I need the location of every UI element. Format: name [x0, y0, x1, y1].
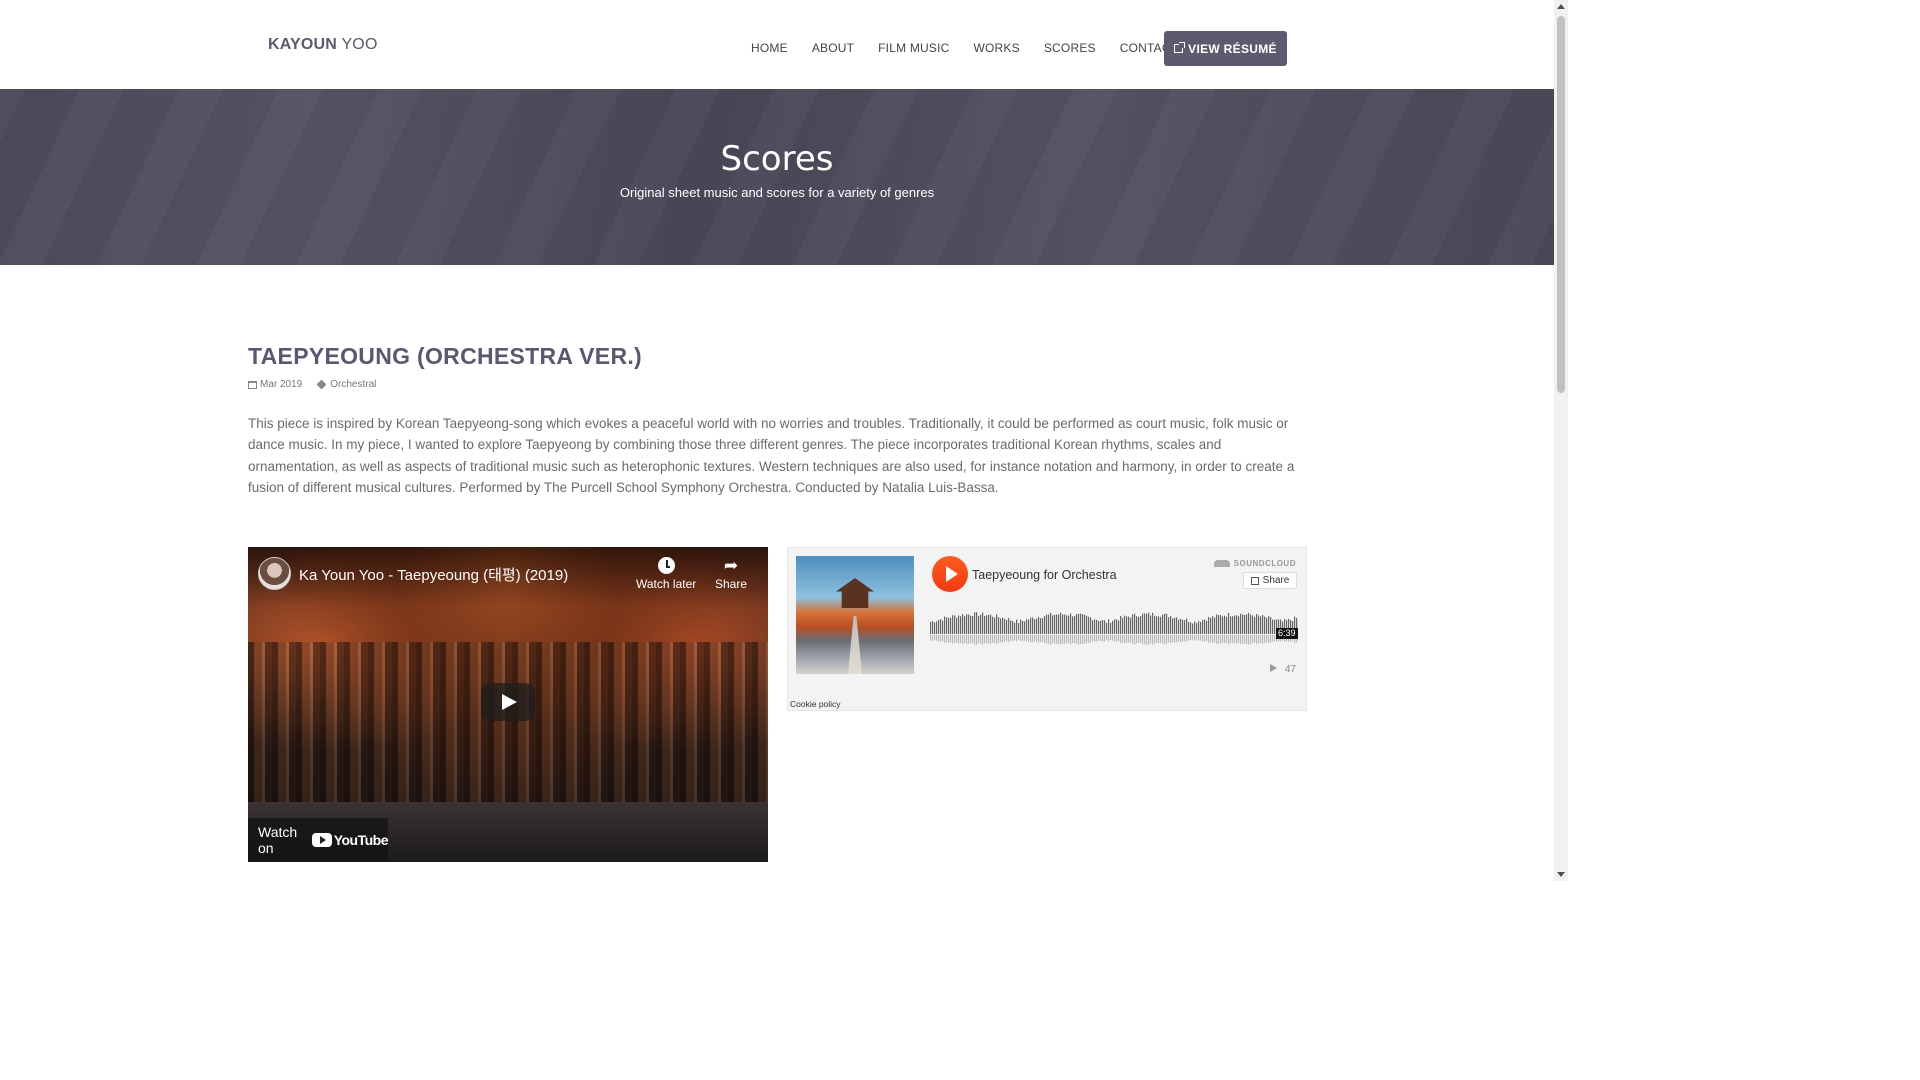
soundcloud-share-button[interactable]: Share [1243, 572, 1297, 589]
watch-later-button[interactable]: Watch later [636, 557, 696, 591]
youtube-embed[interactable]: Ka Youn Yoo - Taepyeoung (태평) (2019) Wat… [248, 547, 768, 862]
view-resume-button[interactable]: VIEW RÉSUMÉ [1164, 31, 1287, 66]
post-meta: Mar 2019 Orchestral [248, 379, 376, 390]
site-header: KAYOUN YOO HOME ABOUT FILM MUSIC WORKS S… [0, 0, 1554, 89]
site-logo[interactable]: KAYOUN YOO [268, 36, 378, 54]
page-scrollbar[interactable] [1554, 0, 1568, 881]
play-count-value: 47 [1284, 664, 1296, 675]
scroll-up-arrow-icon[interactable] [1557, 4, 1565, 9]
calendar-icon [248, 380, 257, 389]
post-category[interactable]: Orchestral [330, 379, 376, 390]
video-title[interactable]: Ka Youn Yoo - Taepyeoung (태평) (2019) [299, 564, 568, 585]
watch-on-youtube-button[interactable]: Watch on YouTube [248, 818, 389, 862]
watch-later-label: Watch later [636, 577, 697, 591]
tag-icon [316, 379, 327, 390]
nav-scores[interactable]: SCORES [1044, 41, 1096, 55]
post-description: This piece is inspired by Korean Taepyeo… [248, 416, 1295, 495]
soundcloud-play-button[interactable] [932, 556, 968, 592]
scroll-down-arrow-icon[interactable] [1557, 872, 1565, 877]
play-count-icon [1270, 664, 1278, 672]
waveform[interactable] [930, 610, 1298, 652]
youtube-logo-text: YouTube [333, 832, 389, 848]
youtube-logo: YouTube [311, 832, 389, 848]
brand-first: KAYOUN [268, 36, 338, 53]
post-date: Mar 2019 [260, 379, 303, 390]
track-duration: 6:39 [1276, 628, 1298, 639]
watch-on-label: Watch on [258, 824, 298, 856]
track-artwork[interactable] [796, 556, 914, 674]
post-title: TAEPYEOUNG (ORCHESTRA VER.) [248, 343, 643, 369]
nav-works[interactable]: WORKS [974, 41, 1020, 55]
youtube-play-icon [311, 833, 332, 847]
share-icon [1250, 576, 1259, 585]
play-count: 47 [1270, 664, 1296, 675]
external-link-icon [1174, 42, 1186, 53]
soundcloud-embed: Taepyeoung for Orchestra SOUNDCLOUD Shar… [787, 547, 1307, 711]
soundcloud-logo[interactable]: SOUNDCLOUD [1213, 559, 1296, 568]
video-share-button[interactable]: ➦ Share [715, 557, 747, 591]
page-title: Scores [720, 139, 834, 179]
video-play-button[interactable] [481, 683, 535, 721]
view-resume-label: VIEW RÉSUMÉ [1188, 41, 1277, 56]
scrollbar-thumb[interactable] [1557, 16, 1565, 393]
nav-film-music[interactable]: FILM MUSIC [878, 41, 949, 55]
soundcloud-cloud-icon [1213, 560, 1230, 567]
video-thumbnail-orchestra [248, 642, 768, 802]
video-share-label: Share [715, 577, 748, 591]
nav-about[interactable]: ABOUT [812, 41, 854, 55]
page-hero: Scores Original sheet music and scores f… [0, 89, 1554, 265]
soundcloud-share-label: Share [1262, 575, 1290, 586]
channel-avatar[interactable] [258, 557, 291, 590]
cookie-policy-link[interactable]: Cookie policy [790, 699, 841, 709]
nav-home[interactable]: HOME [751, 41, 788, 55]
page-subtitle: Original sheet music and scores for a va… [619, 185, 935, 200]
track-title[interactable]: Taepyeoung for Orchestra [972, 568, 1117, 582]
clock-icon [657, 557, 675, 574]
soundcloud-brand-text: SOUNDCLOUD [1233, 559, 1296, 568]
brand-last: YOO [341, 36, 378, 53]
main-nav: HOME ABOUT FILM MUSIC WORKS SCORES CONTA… [751, 41, 1202, 55]
share-arrow-icon: ➦ [723, 556, 739, 575]
